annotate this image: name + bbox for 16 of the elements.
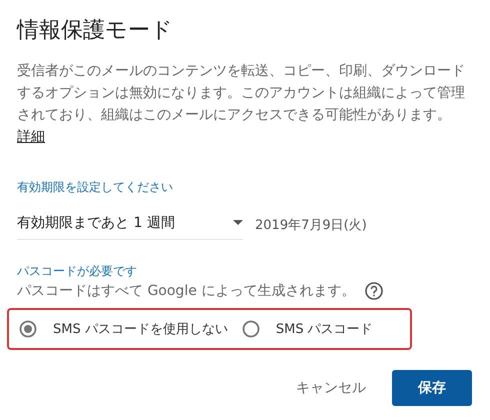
description-text: 受信者がこのメールのコンテンツを転送、コピー、印刷、ダウンロードするオプションは無効になります。このアカウントは組織によって管理されており、組織はこのメールにアクセスできる可能性があります。 — [17, 62, 466, 125]
passcode-label: パスコードが必要です — [17, 263, 138, 280]
passcode-hint: パスコードはすべて Google によって生成されます。 — [17, 282, 356, 300]
cancel-button[interactable]: キャンセル — [292, 371, 370, 405]
details-link[interactable]: 詳細 — [17, 126, 45, 148]
save-button[interactable]: 保存 — [392, 370, 472, 406]
help-icon[interactable] — [365, 282, 384, 300]
radio-button[interactable] — [19, 320, 37, 338]
expiration-label: 有効期限を設定してください — [17, 179, 174, 196]
dropdown-caret-icon — [233, 220, 243, 225]
dialog-title: 情報保護モード — [17, 17, 174, 45]
radio-button[interactable] — [242, 320, 260, 338]
radio-option[interactable]: SMS パスコードを使用しない — [19, 320, 228, 338]
radio-option[interactable]: SMS パスコード — [242, 320, 373, 338]
expiration-date: 2019年7月9日(火) — [255, 217, 367, 234]
expiration-dropdown[interactable]: 有効期限まであと 1 週間 — [17, 210, 243, 240]
